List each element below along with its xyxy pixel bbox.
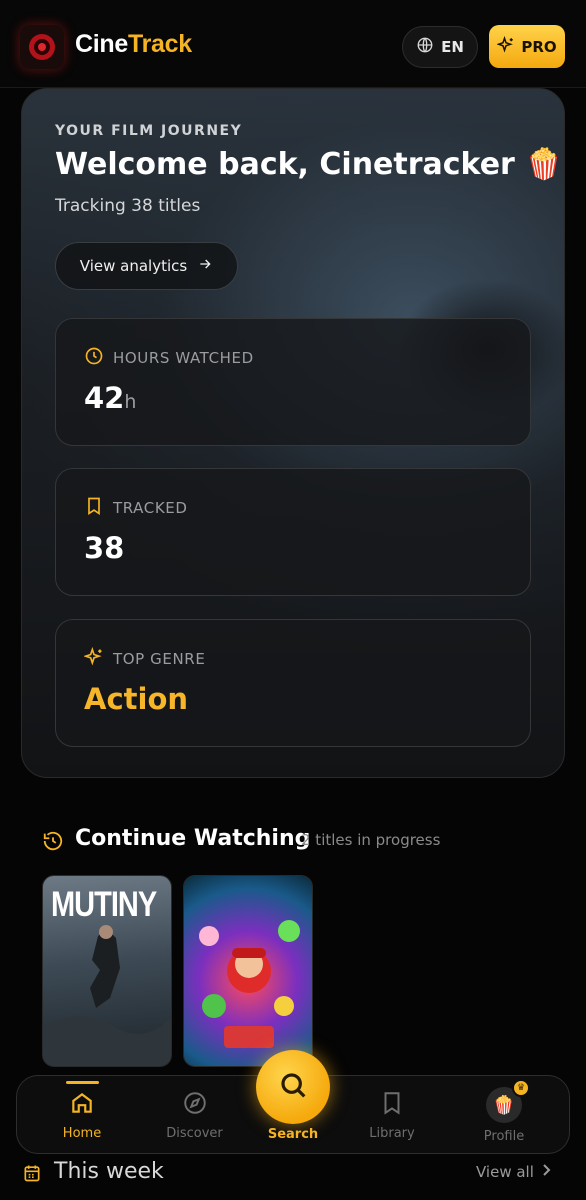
pro-button[interactable]: PRO	[489, 25, 565, 68]
language-label: EN	[441, 38, 464, 56]
stat-card-hours: HOURS WATCHED 42h	[55, 318, 531, 446]
stat-card-tracked: TRACKED 38	[55, 468, 531, 596]
stat-label-hours: HOURS WATCHED	[84, 346, 254, 370]
poster-artwork	[199, 920, 300, 1048]
welcome-title: Welcome back, Cinetracker 🍿	[55, 147, 563, 182]
arrow-right-icon	[197, 256, 213, 276]
clock-icon	[84, 346, 104, 370]
continue-watching-title: Continue Watching	[75, 826, 311, 851]
history-icon	[42, 830, 64, 856]
tracking-count: Tracking 38 titles	[55, 196, 201, 216]
globe-icon	[416, 36, 434, 58]
nav-item-library[interactable]: Library	[357, 1076, 427, 1155]
stat-value-tracked: 38	[84, 531, 125, 565]
stat-label-top-genre: TOP GENRE	[83, 646, 205, 671]
continue-watching-subtitle: 2 titles in progress	[301, 831, 441, 849]
stat-label-tracked: TRACKED	[84, 496, 188, 520]
home-icon	[69, 1090, 95, 1120]
app-header: CineTrack EN PRO	[0, 0, 586, 88]
nav-item-discover[interactable]: Discover	[157, 1076, 232, 1155]
compass-icon	[182, 1090, 208, 1120]
avatar: 🍿 ♛	[486, 1079, 530, 1123]
view-all-link[interactable]: View all	[476, 1163, 552, 1181]
bookmark-icon	[84, 496, 104, 520]
poster-card[interactable]	[183, 875, 313, 1067]
nav-label-home: Home	[62, 1126, 102, 1141]
sparkles-icon	[496, 35, 515, 58]
view-analytics-button[interactable]: View analytics	[55, 242, 238, 290]
sparkles-icon	[83, 646, 104, 671]
view-all-label: View all	[476, 1163, 534, 1181]
nav-label-discover: Discover	[166, 1126, 223, 1141]
search-icon	[277, 1069, 309, 1105]
language-button[interactable]: EN	[402, 26, 478, 68]
hero-eyebrow: YOUR FILM JOURNEY	[55, 123, 243, 139]
crown-icon: ♛	[512, 1079, 530, 1097]
chevron-right-icon	[542, 1163, 552, 1181]
nav-item-home[interactable]: Home	[47, 1076, 117, 1155]
nav-label-profile: Profile	[483, 1129, 525, 1144]
this-week-title: This week	[54, 1159, 164, 1184]
nav-label-library: Library	[369, 1126, 415, 1141]
nav-label-search: Search	[267, 1127, 319, 1142]
logo-icon[interactable]	[20, 25, 64, 69]
hero-card: YOUR FILM JOURNEY Welcome back, Cinetrac…	[21, 88, 565, 778]
bookmark-icon	[379, 1090, 405, 1120]
stat-value-hours: 42h	[84, 381, 137, 415]
popcorn-icon: 🍿	[492, 1094, 516, 1116]
view-analytics-label: View analytics	[79, 257, 188, 275]
poster-card[interactable]: MUTINY	[42, 875, 172, 1067]
app-brand: CineTrack	[75, 30, 192, 58]
nav-item-profile[interactable]: 🍿 ♛ Profile	[469, 1076, 539, 1155]
pro-label: PRO	[521, 37, 557, 56]
search-button[interactable]	[256, 1050, 330, 1124]
poster-artwork	[43, 925, 171, 1066]
stat-card-top-genre: TOP GENRE Action	[55, 619, 531, 747]
stat-value-top-genre: Action	[84, 682, 189, 716]
calendar-icon	[22, 1163, 42, 1187]
